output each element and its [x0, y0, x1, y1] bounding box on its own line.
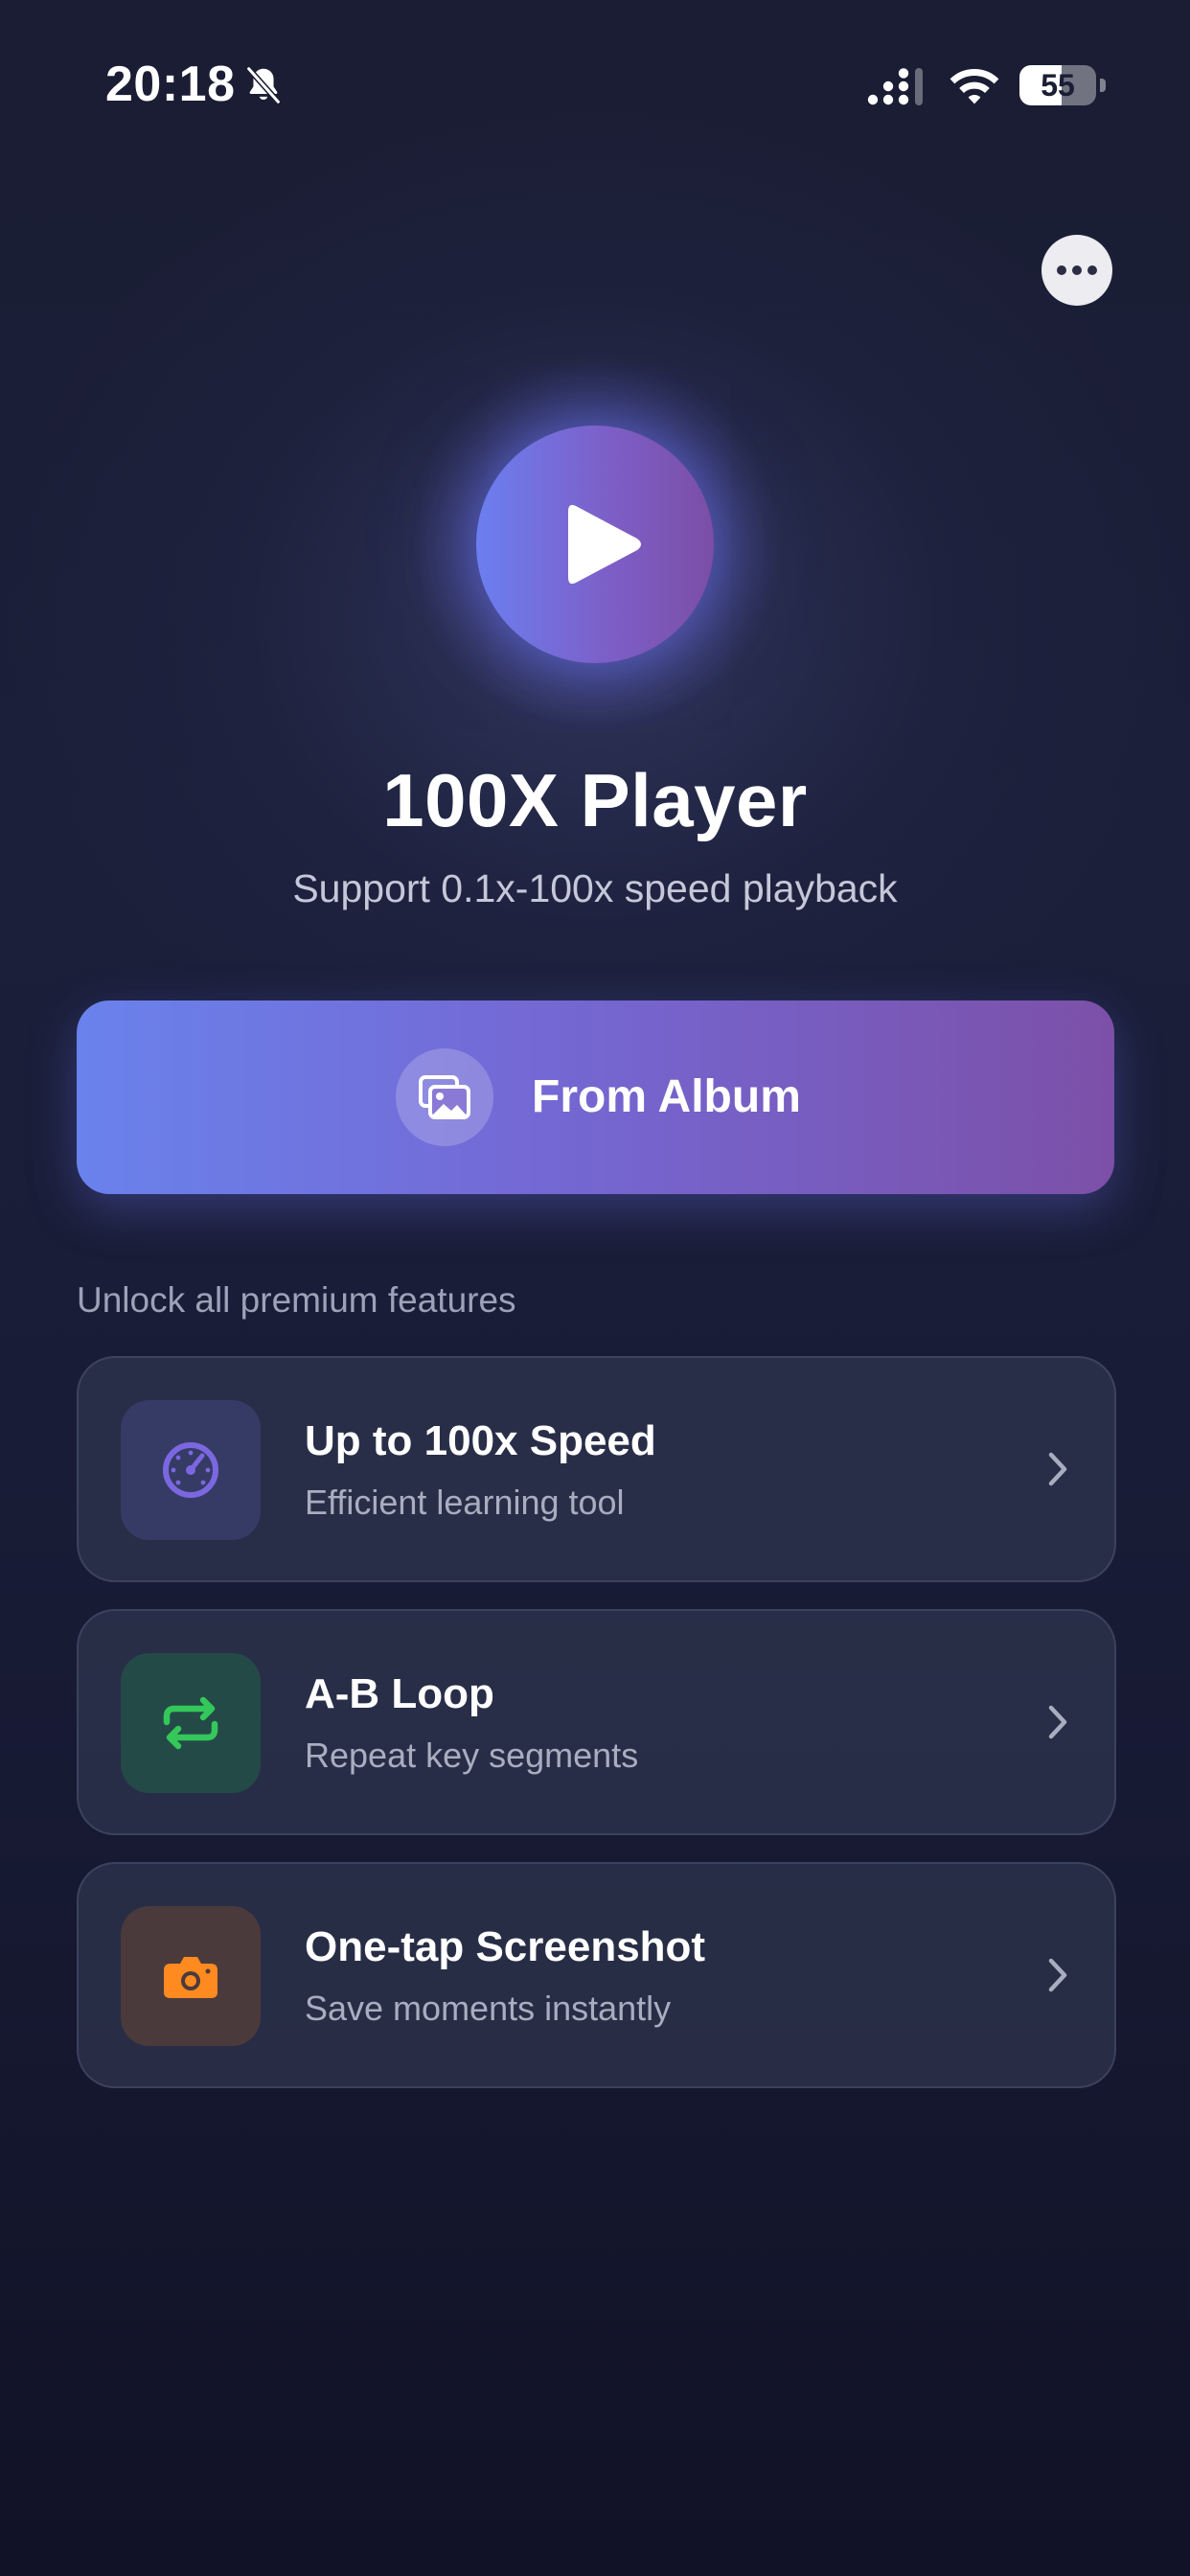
album-icon-circle [396, 1048, 493, 1146]
app-subtitle: Support 0.1x-100x speed playback [292, 866, 898, 910]
more-options-button[interactable] [1041, 235, 1112, 306]
camera-icon [164, 1957, 217, 1998]
speedometer-icon [163, 1442, 218, 1498]
ellipsis-dot [1087, 265, 1097, 275]
chevron-right-icon [1048, 1452, 1067, 1486]
play-button[interactable] [476, 426, 714, 663]
feature-icon-box [121, 1653, 261, 1793]
feature-card-ab-loop[interactable]: A-B Loop Repeat key segments [77, 1609, 1116, 1835]
chevron-right-icon [1048, 1958, 1067, 1992]
play-icon [568, 504, 641, 585]
battery-cap [1100, 79, 1106, 92]
battery-body: 55 [1019, 65, 1096, 105]
feature-title: A-B Loop [305, 1670, 494, 1717]
repeat-icon [163, 1696, 218, 1750]
feature-title: One-tap Screenshot [305, 1923, 706, 1970]
feature-description: Save moments instantly [305, 1989, 672, 2028]
battery-icon: 55 [1019, 65, 1106, 105]
status-bar: 20:18 55 [0, 0, 1190, 172]
from-album-label: From Album [532, 1071, 801, 1122]
ellipsis-icon [1057, 265, 1066, 275]
status-time: 20:18 [105, 57, 236, 112]
feature-card-screenshot[interactable]: One-tap Screenshot Save moments instantl… [77, 1862, 1116, 2088]
feature-icon-box [121, 1400, 261, 1540]
from-album-button[interactable]: From Album [77, 1000, 1114, 1194]
ellipsis-dot [1072, 265, 1082, 275]
battery-level: 55 [1041, 68, 1075, 103]
feature-title: Up to 100x Speed [305, 1417, 656, 1464]
signal-icon [867, 68, 923, 105]
premium-section-label: Unlock all premium features [77, 1280, 516, 1320]
feature-description: Efficient learning tool [305, 1483, 625, 1522]
feature-card-speed[interactable]: Up to 100x Speed Efficient learning tool [77, 1356, 1116, 1582]
feature-icon-box [121, 1906, 261, 2046]
chevron-right-icon [1048, 1705, 1067, 1739]
photos-icon [419, 1075, 470, 1119]
bell-slash-icon [245, 65, 282, 105]
app-title: 100X Player [382, 758, 808, 842]
wifi-icon [950, 69, 999, 104]
feature-description: Repeat key segments [305, 1736, 639, 1775]
